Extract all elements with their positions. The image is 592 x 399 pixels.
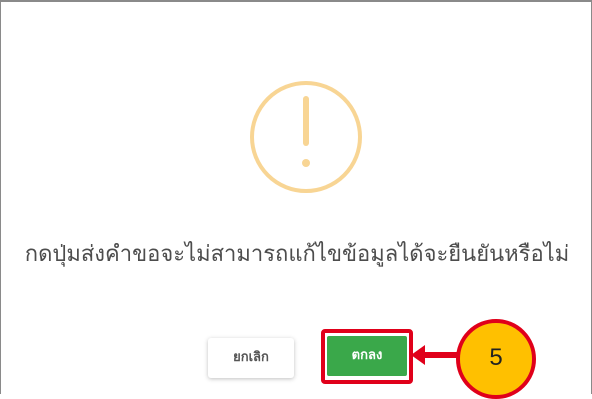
dialog-message: กดปุ่มส่งคำขอจะไม่สามารถแก้ไขข้อมูลได้จะ… xyxy=(24,242,570,267)
cancel-button[interactable]: ยกเลิก xyxy=(208,338,294,378)
step-number-badge: 5 xyxy=(456,319,536,399)
warning-icon-bar xyxy=(303,96,309,146)
dialog-frame: กดปุ่มส่งคำขอจะไม่สามารถแก้ไขข้อมูลได้จะ… xyxy=(0,0,592,399)
warning-icon-dot xyxy=(302,159,310,167)
pointer-arrow-icon xyxy=(411,345,457,365)
confirm-button[interactable]: ตกลง xyxy=(327,336,407,376)
